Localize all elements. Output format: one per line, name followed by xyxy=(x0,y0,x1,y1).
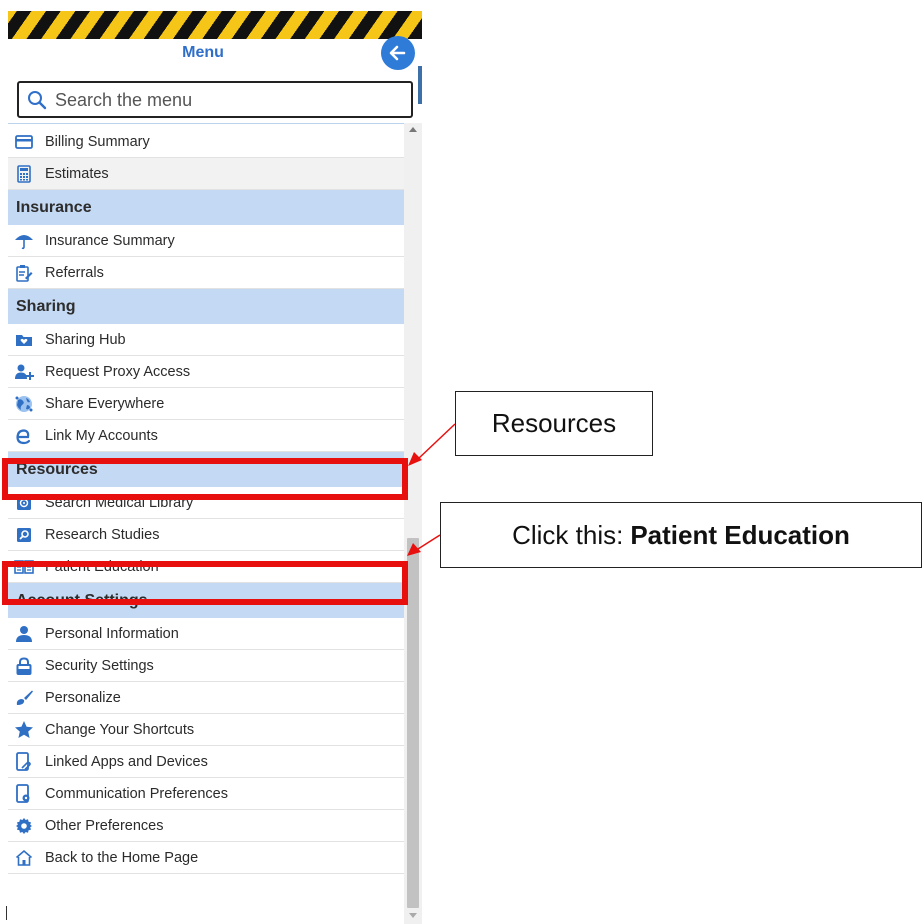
menu-item-share-everywhere[interactable]: Share Everywhere xyxy=(8,388,404,420)
menu-item-label: Share Everywhere xyxy=(45,395,165,412)
menu-item-billing-summary[interactable]: Billing Summary xyxy=(8,126,404,158)
menu-list-content: Billing Summary Estimates Insurance Insuran… xyxy=(8,126,404,874)
callout-patient-education: Click this: Patient Education xyxy=(440,502,922,568)
phone-link-icon xyxy=(13,751,35,773)
menu-item-label: Billing Summary xyxy=(45,133,150,150)
menu-item-label: Communication Preferences xyxy=(45,785,228,802)
menu-item-label: Estimates xyxy=(45,165,109,182)
menu-item-communication-preferences[interactable]: Communication Preferences xyxy=(8,778,404,810)
link-e-icon xyxy=(13,425,35,447)
menu-item-linked-apps-and-devices[interactable]: Linked Apps and Devices xyxy=(8,746,404,778)
section-header-insurance: Insurance xyxy=(8,190,404,225)
star-icon xyxy=(13,719,35,741)
paintbrush-icon xyxy=(13,687,35,709)
calculator-icon xyxy=(13,163,35,185)
menu-item-insurance-summary[interactable]: Insurance Summary xyxy=(8,225,404,257)
arrow-left-icon xyxy=(389,45,406,61)
menu-item-research-studies[interactable]: Research Studies xyxy=(8,519,404,551)
folder-heart-icon xyxy=(13,329,35,351)
menu-item-personalize[interactable]: Personalize xyxy=(8,682,404,714)
menu-item-label: Insurance Summary xyxy=(45,232,175,249)
gear-icon xyxy=(13,815,35,837)
scroll-down-arrow[interactable] xyxy=(409,913,417,918)
scroll-up-arrow[interactable] xyxy=(409,127,417,132)
lock-icon xyxy=(13,655,35,677)
search-input[interactable] xyxy=(53,85,407,115)
menu-item-label: Personal Information xyxy=(45,625,179,642)
menu-item-other-preferences[interactable]: Other Preferences xyxy=(8,810,404,842)
menu-item-label: Back to the Home Page xyxy=(45,849,199,866)
home-icon xyxy=(13,847,35,869)
menu-item-security-settings[interactable]: Security Settings xyxy=(8,650,404,682)
highlight-patient-education xyxy=(2,561,408,605)
menu-item-label: Referrals xyxy=(45,264,104,281)
menu-item-estimates[interactable]: Estimates xyxy=(8,158,404,190)
scrollbar[interactable] xyxy=(404,123,422,924)
menu-item-label: Link My Accounts xyxy=(45,427,158,444)
hazard-stripe-banner xyxy=(8,11,422,39)
back-button[interactable] xyxy=(381,36,415,70)
search-icon xyxy=(28,91,47,110)
menu-list: Billing Summary Estimates Insurance Insuran… xyxy=(8,123,404,924)
user-plus-icon xyxy=(13,361,35,383)
menu-item-change-your-shortcuts[interactable]: Change Your Shortcuts xyxy=(8,714,404,746)
callout-bold-text: Patient Education xyxy=(630,519,850,550)
menu-item-label: Other Preferences xyxy=(45,817,164,834)
callout-resources: Resources xyxy=(455,391,653,456)
menu-item-label: Change Your Shortcuts xyxy=(45,721,195,738)
menu-item-label: Security Settings xyxy=(45,657,154,674)
menu-item-label: Personalize xyxy=(45,689,121,706)
highlight-resources xyxy=(2,458,408,500)
menu-item-label: Research Studies xyxy=(45,526,160,543)
clipboard-icon xyxy=(13,262,35,284)
section-header-sharing: Sharing xyxy=(8,289,404,324)
menu-title: Menu xyxy=(182,44,224,61)
callout-resources-text: Resources xyxy=(491,408,617,438)
menu-item-sharing-hub[interactable]: Sharing Hub xyxy=(8,324,404,356)
credit-card-icon xyxy=(13,131,35,153)
menu-item-request-proxy-access[interactable]: Request Proxy Access xyxy=(8,356,404,388)
callout-prefix-text: Click this: xyxy=(512,519,624,550)
menu-item-back-to-the-home-page[interactable]: Back to the Home Page xyxy=(8,842,404,874)
phone-gear-icon xyxy=(13,783,35,805)
page-edge-strip xyxy=(418,66,422,104)
umbrella-icon xyxy=(13,230,35,252)
arrow-line-resources xyxy=(417,423,456,460)
menu-item-label: Request Proxy Access xyxy=(45,363,191,380)
text-cursor xyxy=(6,906,7,920)
search-box[interactable] xyxy=(17,81,413,118)
menu-item-label: Sharing Hub xyxy=(45,331,126,348)
menu-item-label: Linked Apps and Devices xyxy=(45,753,208,770)
menu-item-personal-information[interactable]: Personal Information xyxy=(8,618,404,650)
scroll-thumb[interactable] xyxy=(407,538,419,908)
microscope-icon xyxy=(13,524,35,546)
globe-icon xyxy=(13,393,35,415)
menu-item-link-my-accounts[interactable]: Link My Accounts xyxy=(8,420,404,452)
person-icon xyxy=(13,623,35,645)
menu-item-referrals[interactable]: Referrals xyxy=(8,257,404,289)
